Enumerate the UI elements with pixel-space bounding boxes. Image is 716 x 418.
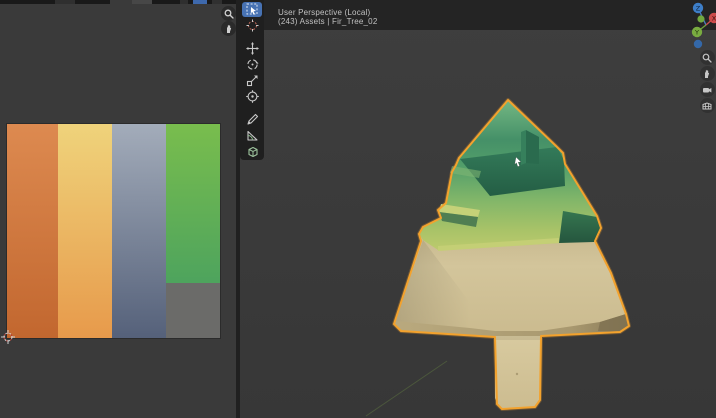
tree-base[interactable]: [394, 100, 629, 409]
cursor-2d-icon: [1, 330, 15, 344]
axis-y-label: Y: [694, 28, 699, 36]
tier2-fin-side: [439, 212, 478, 227]
axis-x-label: X: [712, 14, 716, 22]
zoom-icon[interactable]: [700, 50, 715, 65]
tool-measure[interactable]: [242, 128, 262, 143]
tier2-rim: [438, 238, 559, 251]
pan-hand-icon[interactable]: [221, 21, 236, 36]
tier1-fin-right-face: [526, 130, 539, 164]
tree-selection-outline: [394, 100, 629, 409]
tree-selection-glow: [394, 100, 629, 409]
tool-select-box[interactable]: [242, 2, 262, 17]
trunk-top-shadow: [495, 336, 540, 340]
header-fragment: [132, 0, 152, 4]
viewport-toolbar: [240, 0, 264, 160]
palette-stripe-yellow: [58, 124, 112, 338]
grid-ortho-icon[interactable]: [700, 98, 715, 113]
header-fragment: [212, 0, 222, 4]
scene-canvas: [240, 0, 716, 418]
view-perspective-label: User Perspective (Local): [278, 8, 377, 17]
tool-scale[interactable]: [242, 73, 262, 88]
zoom-icon[interactable]: [221, 6, 236, 21]
tree-foliage[interactable]: [419, 100, 601, 250]
trunk-vertex-dot: [516, 373, 518, 375]
palette-stripe-orange: [7, 124, 58, 338]
blender-window: User Perspective (Local) (243) Assets | …: [0, 0, 716, 418]
palette-stripe-green: [166, 124, 220, 338]
header-fragment: [55, 0, 75, 4]
axis-ball-negative[interactable]: [694, 40, 702, 48]
tool-cursor-3d[interactable]: [242, 18, 262, 33]
header-fragment: [110, 0, 132, 4]
tree-shading: [394, 240, 495, 336]
tool-move[interactable]: [242, 41, 262, 56]
tree-trunk[interactable]: [495, 336, 540, 408]
tree-underside-bottom: [394, 314, 629, 337]
viewport-3d[interactable]: User Perspective (Local) (243) Assets | …: [240, 0, 716, 418]
axis-ball[interactable]: [697, 15, 704, 22]
tree-underside-shadow: [598, 314, 629, 332]
header-accent-fragment: [193, 0, 207, 4]
viewport-overlay-text: User Perspective (Local) (243) Assets | …: [278, 8, 377, 26]
image-editor-panel[interactable]: [0, 0, 237, 418]
tool-transform[interactable]: [242, 89, 262, 104]
tool-annotate[interactable]: [242, 112, 262, 127]
tool-rotate[interactable]: [242, 57, 262, 72]
header-fragment: [180, 0, 188, 4]
image-editor-header-sliver: [0, 0, 237, 4]
pan-hand-icon[interactable]: [700, 66, 715, 81]
y-axis-line: [366, 361, 447, 416]
palette-stripe-bluegray: [112, 124, 166, 338]
tier1-fin-left-face: [521, 130, 526, 165]
camera-view-icon[interactable]: [700, 82, 715, 97]
navigation-gizmo[interactable]: Z X Y: [684, 0, 716, 52]
active-object-label: (243) Assets | Fir_Tree_02: [278, 17, 377, 26]
axis-z-label: Z: [696, 4, 701, 12]
tier1-fin-top: [450, 166, 481, 178]
mouse-cursor: [515, 157, 521, 167]
palette-gray-block: [166, 283, 220, 338]
palette-texture-image[interactable]: [7, 124, 220, 338]
viewport-side-controls: [699, 50, 715, 113]
tool-add-cube[interactable]: [242, 144, 262, 159]
tier2-underside: [559, 211, 601, 243]
tier1-underside: [460, 147, 565, 196]
tier2-fin-top: [439, 204, 480, 217]
